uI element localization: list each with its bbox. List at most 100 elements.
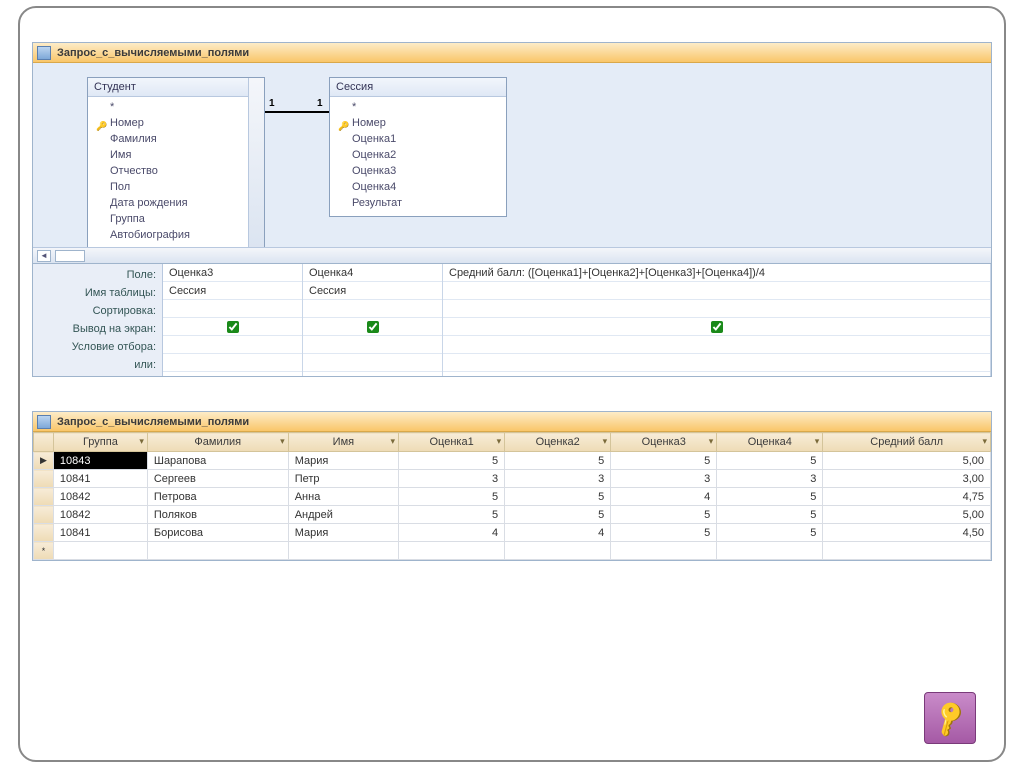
cell[interactable] — [53, 542, 147, 560]
cell[interactable] — [399, 542, 505, 560]
table-field[interactable]: Номер — [334, 115, 504, 131]
cell[interactable]: Петр — [288, 470, 398, 488]
cell[interactable]: 4,75 — [823, 488, 991, 506]
scrollbar-vertical[interactable] — [248, 78, 264, 250]
cell[interactable]: Шарапова — [147, 452, 288, 470]
table-field-list[interactable]: *НомерОценка1Оценка2Оценка3Оценка4Резуль… — [330, 97, 506, 213]
qbe-cell[interactable]: Оценка4 — [303, 264, 442, 282]
designer-title-bar[interactable]: Запрос_с_вычисляемыми_полями — [33, 43, 991, 63]
cell[interactable]: 3 — [505, 470, 611, 488]
qbe-cell[interactable] — [443, 354, 990, 372]
cell[interactable]: 5 — [399, 452, 505, 470]
qbe-cell[interactable] — [163, 300, 302, 318]
cell[interactable]: Борисова — [147, 524, 288, 542]
table-row[interactable]: 10841БорисоваМария44554,50 — [34, 524, 991, 542]
cell[interactable]: 5 — [717, 452, 823, 470]
qbe-column[interactable]: Оценка4Сессия — [303, 264, 443, 376]
cell[interactable]: 3 — [399, 470, 505, 488]
qbe-cell[interactable] — [163, 336, 302, 354]
relationships-pane[interactable]: Студент *НомерФамилияИмяОтчествоПолДата … — [33, 63, 991, 263]
scroll-left-icon[interactable]: ◄ — [37, 250, 51, 262]
qbe-cell[interactable] — [163, 354, 302, 372]
table-field[interactable]: Оценка3 — [334, 163, 504, 179]
show-checkbox[interactable] — [367, 321, 379, 333]
table-row[interactable]: 10842ПетроваАнна55454,75 — [34, 488, 991, 506]
table-field[interactable]: Фамилия — [92, 131, 262, 147]
cell[interactable]: Мария — [288, 452, 398, 470]
dropdown-icon[interactable]: ▾ — [815, 436, 820, 447]
cell[interactable]: 5 — [611, 452, 717, 470]
cell[interactable]: 5 — [611, 506, 717, 524]
cell[interactable]: 5 — [717, 506, 823, 524]
qbe-cell[interactable]: Средний балл: ([Оценка1]+[Оценка2]+[Оцен… — [443, 264, 990, 282]
cell[interactable]: 5 — [505, 452, 611, 470]
qbe-cell[interactable] — [303, 300, 442, 318]
qbe-cell[interactable]: Оценка3 — [163, 264, 302, 282]
cell[interactable] — [823, 542, 991, 560]
cell[interactable]: 4 — [399, 524, 505, 542]
dropdown-icon[interactable]: ▾ — [280, 436, 285, 447]
select-all-corner[interactable] — [34, 433, 54, 452]
cell[interactable]: 3 — [717, 470, 823, 488]
column-header[interactable]: Фамилия▾ — [147, 433, 288, 452]
column-header[interactable]: Средний балл▾ — [823, 433, 991, 452]
table-field[interactable]: Дата рождения — [92, 195, 262, 211]
dropdown-icon[interactable]: ▾ — [982, 436, 987, 447]
table-header[interactable]: Сессия — [330, 78, 506, 97]
cell[interactable]: 4,50 — [823, 524, 991, 542]
cell[interactable] — [717, 542, 823, 560]
new-row[interactable]: * — [34, 542, 991, 560]
table-field[interactable]: * — [334, 99, 504, 115]
cell[interactable] — [288, 542, 398, 560]
qbe-cell[interactable] — [443, 282, 990, 300]
scroll-thumb[interactable] — [55, 250, 85, 262]
cell[interactable]: Андрей — [288, 506, 398, 524]
qbe-cell[interactable] — [303, 354, 442, 372]
cell[interactable]: 3,00 — [823, 470, 991, 488]
cell[interactable]: 10841 — [53, 524, 147, 542]
table-field[interactable]: Автобиография — [92, 227, 262, 243]
cell[interactable]: 5 — [717, 488, 823, 506]
column-header[interactable]: Имя▾ — [288, 433, 398, 452]
cell[interactable]: 10841 — [53, 470, 147, 488]
table-box-student[interactable]: Студент *НомерФамилияИмяОтчествоПолДата … — [87, 77, 265, 251]
cell[interactable]: 5,00 — [823, 452, 991, 470]
qbe-cell[interactable] — [443, 318, 990, 336]
table-field[interactable]: Отчество — [92, 163, 262, 179]
qbe-cell[interactable] — [303, 318, 442, 336]
column-header[interactable]: Оценка1▾ — [399, 433, 505, 452]
column-header[interactable]: Группа▾ — [53, 433, 147, 452]
cell[interactable]: 10843 — [53, 452, 147, 470]
table-field[interactable]: Оценка4 — [334, 179, 504, 195]
table-field[interactable]: Оценка2 — [334, 147, 504, 163]
cell[interactable] — [147, 542, 288, 560]
column-header[interactable]: Оценка4▾ — [717, 433, 823, 452]
qbe-cell[interactable] — [443, 300, 990, 318]
row-selector[interactable] — [34, 506, 54, 524]
qbe-cell[interactable] — [303, 336, 442, 354]
cell[interactable] — [505, 542, 611, 560]
dropdown-icon[interactable]: ▾ — [603, 436, 608, 447]
qbe-cell[interactable]: Сессия — [303, 282, 442, 300]
cell[interactable]: Анна — [288, 488, 398, 506]
cell[interactable]: Петрова — [147, 488, 288, 506]
cell[interactable]: 3 — [611, 470, 717, 488]
cell[interactable]: Поляков — [147, 506, 288, 524]
datasheet[interactable]: Группа▾Фамилия▾Имя▾Оценка1▾Оценка2▾Оценк… — [33, 432, 991, 560]
qbe-column[interactable]: Оценка3Сессия — [163, 264, 303, 376]
scrollbar-horizontal[interactable]: ◄ — [33, 247, 991, 263]
cell[interactable]: 10842 — [53, 506, 147, 524]
qbe-cell[interactable]: Сессия — [163, 282, 302, 300]
cell[interactable]: 5,00 — [823, 506, 991, 524]
table-field[interactable]: Оценка1 — [334, 131, 504, 147]
table-field[interactable]: Номер — [92, 115, 262, 131]
cell[interactable]: Сергеев — [147, 470, 288, 488]
cell[interactable] — [611, 542, 717, 560]
new-row-marker[interactable]: * — [34, 542, 54, 560]
cell[interactable]: 10842 — [53, 488, 147, 506]
relationship-line[interactable] — [265, 111, 329, 113]
result-title-bar[interactable]: Запрос_с_вычисляемыми_полями — [33, 412, 991, 432]
qbe-cell[interactable] — [443, 336, 990, 354]
dropdown-icon[interactable]: ▾ — [709, 436, 714, 447]
cell[interactable]: 5 — [399, 506, 505, 524]
